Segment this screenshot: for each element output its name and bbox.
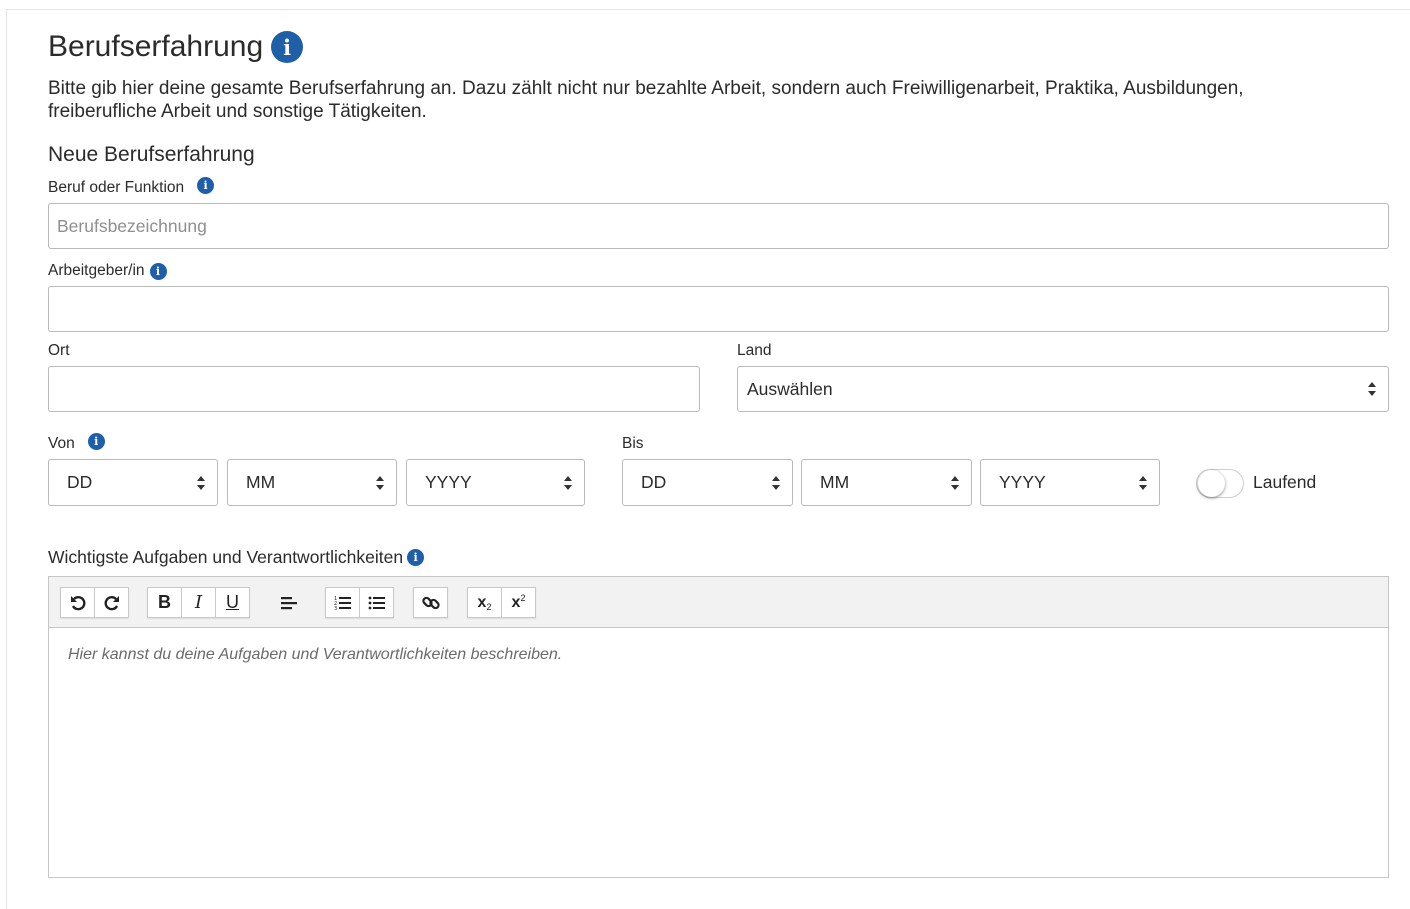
job-title-input[interactable]: Berufsbezeichnung [48, 203, 1389, 249]
list-group: 123 [325, 587, 394, 618]
bold-button[interactable]: B [147, 587, 182, 618]
bullet-list-button[interactable] [359, 587, 394, 618]
from-day-select[interactable]: DD [48, 459, 218, 506]
to-year-select[interactable]: YYYY [980, 459, 1160, 506]
country-select[interactable]: Auswählen [737, 366, 1389, 412]
undo-icon [70, 595, 85, 610]
align-left-button[interactable] [271, 587, 306, 618]
subscript-button[interactable]: x2 [467, 587, 502, 618]
info-icon[interactable]: i [407, 549, 425, 566]
ordered-list-button[interactable]: 123 [325, 587, 360, 618]
info-icon[interactable]: i [149, 262, 167, 280]
caret-updown-icon [1367, 382, 1376, 396]
caret-updown-icon [1138, 475, 1147, 490]
job-label: Beruf oder Funktion i [48, 176, 215, 197]
from-month-select[interactable]: MM [227, 459, 397, 506]
ongoing-toggle[interactable] [1196, 469, 1244, 498]
caret-updown-icon [196, 475, 205, 490]
editor-toolbar: B I U 123 x2 x2 [49, 577, 1388, 628]
info-icon[interactable]: i [87, 432, 105, 450]
ongoing-label: Laufend [1253, 472, 1317, 492]
link-icon [421, 596, 440, 609]
to-month-select[interactable]: MM [801, 459, 972, 506]
city-label: Ort [48, 342, 70, 359]
caret-updown-icon [563, 475, 572, 490]
page-description: Bitte gib hier deine gesamte Berufserfah… [48, 78, 1244, 122]
page-title: Berufserfahrung i [48, 30, 304, 64]
city-input[interactable] [48, 366, 700, 412]
employer-input[interactable] [48, 286, 1389, 332]
to-day-select[interactable]: DD [622, 459, 793, 506]
link-button[interactable] [413, 587, 448, 618]
ordered-list-icon: 123 [334, 596, 351, 612]
redo-button[interactable] [94, 587, 129, 618]
editor-placeholder: Hier kannst du deine Aufgaben und Verant… [68, 646, 563, 663]
superscript-button[interactable]: x2 [501, 587, 536, 618]
link-group [413, 587, 448, 618]
info-icon[interactable]: i [271, 31, 304, 63]
info-icon[interactable]: i [197, 176, 215, 194]
country-label: Land [737, 342, 772, 359]
script-group: x2 x2 [467, 587, 536, 618]
undo-button[interactable] [60, 587, 95, 618]
to-label: Bis [622, 435, 644, 452]
format-group: B I U [147, 587, 250, 618]
italic-button[interactable]: I [181, 587, 216, 618]
from-label: Von i [48, 432, 105, 453]
rich-text-editor[interactable]: B I U 123 x2 x2 Hier kannst du deine Auf… [48, 576, 1389, 878]
section-title: Neue Berufserfahrung [48, 143, 255, 166]
underline-button[interactable]: U [215, 587, 250, 618]
toggle-knob [1198, 470, 1225, 497]
svg-text:3: 3 [334, 606, 337, 612]
history-group [60, 587, 129, 618]
employer-label: Arbeitgeber/in i [48, 262, 167, 280]
caret-updown-icon [950, 475, 959, 490]
align-group [271, 587, 305, 618]
redo-icon [104, 595, 119, 610]
caret-updown-icon [375, 475, 384, 490]
caret-updown-icon [771, 475, 780, 490]
tasks-label: Wichtigste Aufgaben und Verantwortlichke… [48, 547, 425, 568]
bullet-list-icon [368, 596, 385, 609]
align-left-icon [280, 596, 297, 609]
from-year-select[interactable]: YYYY [406, 459, 585, 506]
